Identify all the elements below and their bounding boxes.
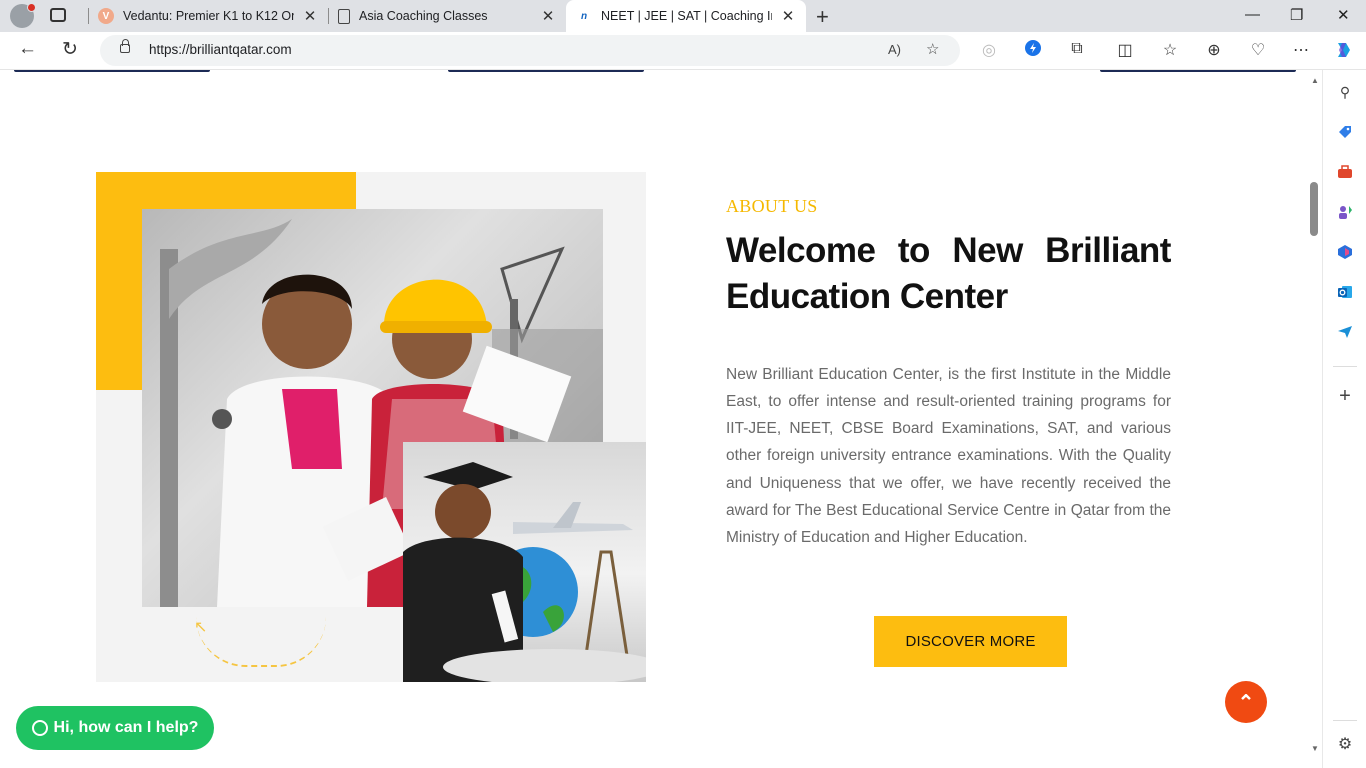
back-arrow-icon[interactable]: ← [18, 38, 37, 60]
about-heading: Welcome to New Brilliant Education Cente… [726, 228, 1171, 320]
profile-avatar[interactable] [10, 3, 36, 28]
tab-title: NEET | JEE | SAT | Coaching Instit [601, 9, 772, 23]
extensions-puzzle-icon[interactable]: ⧉ [1067, 40, 1087, 58]
sidebar-divider [1333, 720, 1357, 721]
scroll-down-arrow-icon[interactable]: ▼ [1311, 744, 1319, 753]
send-icon[interactable] [1335, 322, 1355, 342]
extension-blue-icon[interactable] [1023, 40, 1043, 61]
tools-briefcase-icon[interactable] [1335, 162, 1355, 182]
back-to-top-button[interactable]: ⌃ [1225, 681, 1267, 723]
tab-vedantu[interactable]: V Vedantu: Premier K1 to K12 Onlin ✕ [88, 0, 328, 32]
split-screen-icon[interactable]: ◫ [1115, 40, 1135, 60]
page-scrollbar[interactable]: ▲ ▼ [1308, 70, 1322, 768]
minimize-button[interactable]: — [1245, 6, 1260, 23]
tab-title: Asia Coaching Classes [359, 9, 488, 23]
nav-card-edge [14, 70, 210, 72]
edge-sidebar: ⚲ + ⚙ [1322, 70, 1366, 768]
tracking-prevention-icon[interactable]: ◎ [979, 40, 999, 60]
refresh-icon[interactable]: ↻ [62, 38, 78, 61]
tab-close-icon[interactable]: ✕ [302, 7, 318, 25]
new-tab-button[interactable]: + [816, 4, 829, 30]
decorative-arrow-icon: ↖ [194, 619, 208, 636]
decorative-dashed-arc [196, 617, 326, 667]
whatsapp-label: Hi, how can I help? [53, 719, 199, 736]
shopping-tag-icon[interactable] [1335, 122, 1355, 142]
graduate-travel-photo [403, 442, 646, 682]
section-eyebrow: ABOUT US [726, 196, 818, 216]
about-image-collage: ↖ [96, 172, 646, 682]
outlook-icon[interactable] [1335, 282, 1355, 302]
document-favicon-icon [338, 8, 350, 24]
microsoft-365-icon[interactable] [1335, 242, 1355, 262]
heading-word: Welcome [726, 231, 876, 270]
tab-close-icon[interactable]: ✕ [540, 7, 556, 25]
heading-word: to [897, 231, 931, 270]
whatsapp-icon [31, 720, 48, 736]
nav-card-edge [1100, 70, 1296, 72]
scroll-up-arrow-icon[interactable]: ▲ [1311, 76, 1319, 85]
page-content: ↖ ABOUT US Welcome to New Brilliant Educ… [0, 70, 1308, 768]
url-text[interactable]: https://brilliantqatar.com [149, 42, 292, 57]
window-close-button[interactable]: ✕ [1337, 6, 1350, 24]
browser-essentials-icon[interactable]: ♡ [1248, 40, 1268, 60]
maximize-button[interactable]: ❐ [1290, 6, 1303, 24]
tab-neet-jee-sat[interactable]: n NEET | JEE | SAT | Coaching Instit ✕ [566, 0, 806, 32]
tab-title: Vedantu: Premier K1 to K12 Onlin [123, 9, 294, 23]
address-bar[interactable]: https://brilliantqatar.com A) ☆ [100, 35, 960, 66]
scrollbar-thumb[interactable] [1310, 182, 1318, 236]
chevron-up-icon: ⌃ [1237, 691, 1255, 714]
brilliant-favicon-icon: n [580, 10, 588, 22]
lock-icon[interactable] [120, 39, 130, 53]
favorite-star-icon[interactable]: ☆ [926, 40, 939, 58]
tab-actions-icon[interactable] [50, 8, 66, 22]
about-description: New Brilliant Education Center, is the f… [726, 365, 1171, 547]
add-icon[interactable]: + [1335, 385, 1355, 407]
discover-more-button[interactable]: DISCOVER MORE [874, 616, 1067, 667]
settings-gear-icon[interactable]: ⚙ [1335, 734, 1355, 754]
nav-card-edge [448, 70, 644, 72]
browser-tab-strip: V Vedantu: Premier K1 to K12 Onlin ✕ Asi… [0, 0, 1366, 32]
search-icon[interactable]: ⚲ [1335, 82, 1355, 102]
tab-close-icon[interactable]: ✕ [780, 7, 796, 25]
favorites-icon[interactable]: ☆ [1160, 40, 1180, 60]
sidebar-divider [1333, 366, 1357, 367]
heading-line-2: Education Center [726, 277, 1008, 316]
read-aloud-icon[interactable]: A) [888, 42, 901, 57]
games-icon[interactable] [1335, 202, 1355, 222]
tab-asia-coaching[interactable]: Asia Coaching Classes ✕ [328, 0, 566, 32]
vedantu-favicon-icon: V [98, 8, 114, 24]
collections-icon[interactable]: ⊕ [1204, 40, 1224, 60]
heading-word: Brilliant [1045, 231, 1171, 270]
more-menu-icon[interactable]: ⋯ [1291, 40, 1311, 60]
whatsapp-chat-button[interactable]: Hi, how can I help? [16, 706, 214, 750]
copilot-icon[interactable] [1334, 40, 1354, 65]
heading-word: New [952, 231, 1023, 270]
